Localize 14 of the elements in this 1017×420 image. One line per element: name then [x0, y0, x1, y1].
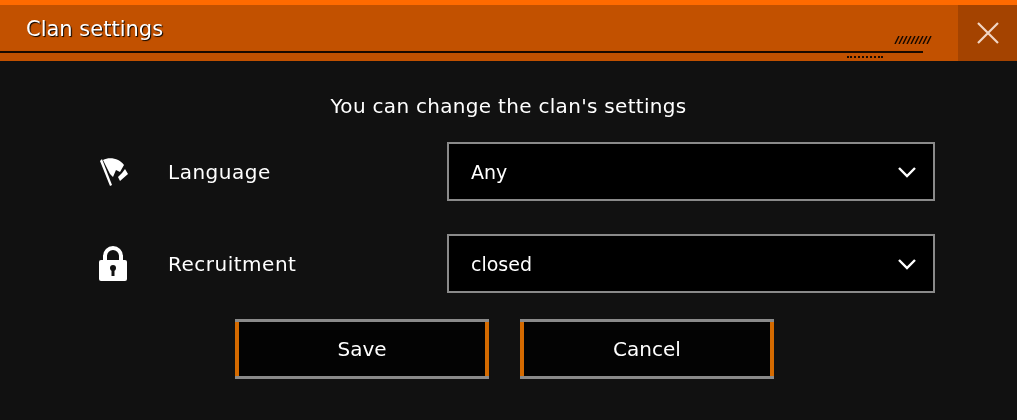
chevron-down-icon [897, 165, 917, 178]
dropdown[interactable]: closed [447, 234, 935, 293]
setting-label: Recruitment [168, 251, 298, 276]
close-button[interactable] [958, 5, 1017, 61]
chevron-down-icon [897, 257, 917, 270]
close-icon [976, 22, 999, 44]
window-title: Clan settings [26, 17, 164, 41]
hatch-marks [893, 36, 933, 44]
message-text: You can change the clan's settings [329, 94, 688, 118]
setting-label: Language [168, 159, 272, 184]
action-button[interactable]: Save [235, 319, 489, 379]
action-button[interactable]: Cancel [520, 319, 774, 379]
dropdown[interactable]: Any [447, 142, 935, 201]
lock-icon [98, 245, 128, 282]
